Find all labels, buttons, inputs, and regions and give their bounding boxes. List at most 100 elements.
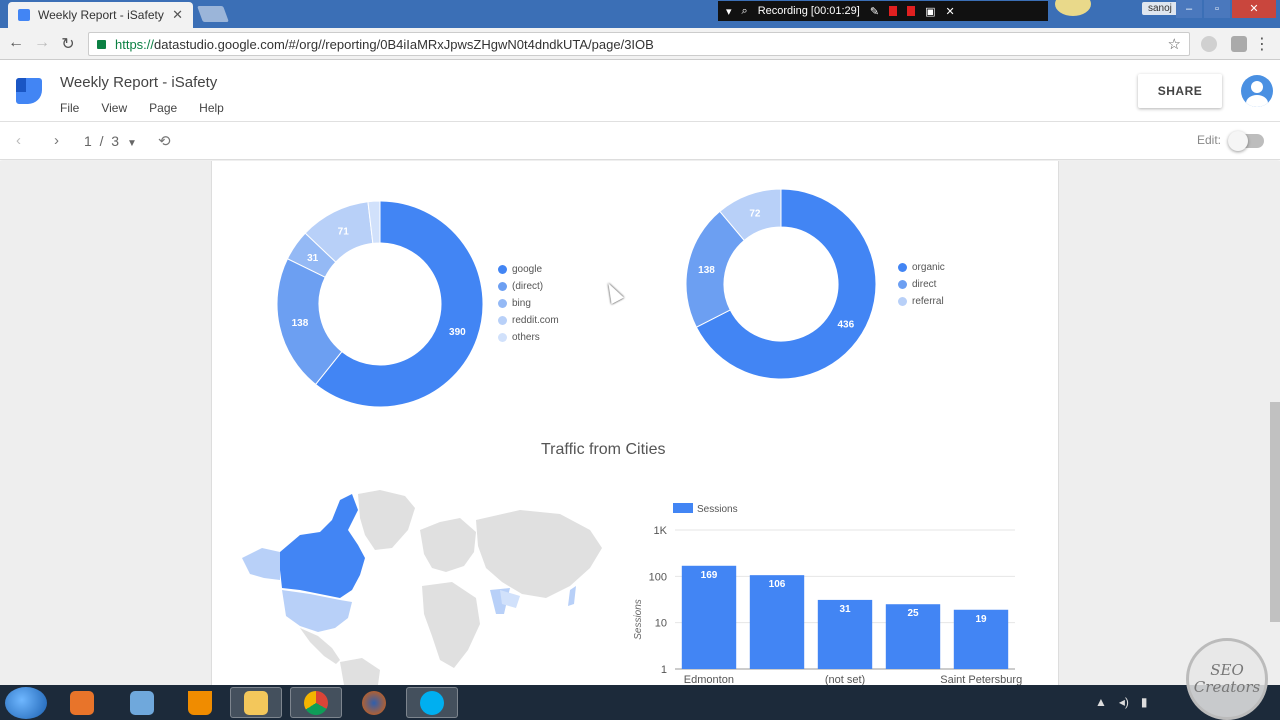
- recorder-dropdown-icon[interactable]: ▾: [726, 5, 732, 18]
- section-title: Traffic from Cities: [541, 441, 666, 458]
- total-pages: 3: [111, 133, 120, 149]
- network-icon[interactable]: ▮: [1141, 695, 1148, 709]
- map-japan: [568, 586, 576, 606]
- profile-chip[interactable]: sanoj: [1142, 2, 1178, 15]
- share-button[interactable]: SHARE: [1138, 74, 1222, 108]
- map-greenland: [358, 490, 415, 550]
- y-tick-label: 1K: [654, 525, 668, 537]
- edit-mode-toggle[interactable]: [1228, 131, 1264, 151]
- donut-value-label: 138: [698, 265, 715, 276]
- skype-icon[interactable]: [406, 687, 458, 718]
- world-geo-map[interactable]: [240, 490, 605, 685]
- legend-item[interactable]: bing: [498, 295, 559, 312]
- legend-item[interactable]: google: [498, 261, 559, 278]
- legend-item[interactable]: referral: [898, 293, 945, 310]
- donut-value-label: 72: [749, 209, 761, 220]
- legend-label: (direct): [512, 281, 544, 292]
- seo-creators-watermark: SEO Creators: [1186, 638, 1268, 720]
- report-title[interactable]: Weekly Report - iSafety: [60, 74, 217, 91]
- sessions-bar-chart[interactable]: Sessions 1 10 100 1K Sessions 169 Edmonton 106 31…: [620, 495, 1030, 685]
- window-close-button[interactable]: ✕: [1232, 0, 1276, 18]
- system-tray: ▲ ◂) ▮: [1095, 695, 1148, 709]
- map-south-america: [340, 658, 380, 685]
- legend-swatch: [898, 280, 907, 289]
- menu-page[interactable]: Page: [149, 101, 177, 115]
- chrome-icon[interactable]: [290, 687, 342, 718]
- browser-tab[interactable]: Weekly Report - iSafety ✕: [8, 2, 193, 28]
- bookmark-star-icon[interactable]: ☆: [1168, 35, 1181, 53]
- account-avatar[interactable]: [1241, 75, 1273, 107]
- history-icon[interactable]: ⟲: [158, 132, 171, 150]
- source-donut-chart[interactable]: 390 138 31 71: [277, 201, 483, 407]
- volume-icon[interactable]: ◂): [1119, 695, 1129, 709]
- bar-value-label: 169: [701, 570, 718, 581]
- recorder-close-icon[interactable]: ✕: [945, 5, 954, 18]
- lock-icon: [97, 39, 106, 49]
- bar-1[interactable]: [681, 565, 737, 669]
- watermark-line-2: Creators: [1193, 678, 1261, 696]
- menu-bar: File View Page Help: [60, 101, 224, 115]
- legend-item[interactable]: direct: [898, 276, 945, 293]
- donut-value-label: 31: [307, 253, 319, 264]
- legend-label: direct: [912, 279, 937, 290]
- url-scheme: https://: [115, 36, 155, 52]
- legend-label: google: [512, 264, 543, 275]
- browser-tab-strip: Weekly Report - iSafety ✕ ▾ ⌕ Recording …: [0, 0, 1280, 28]
- page-toolbar: ‹ › 1 / 3 ▼ ⟲ Edit:: [0, 122, 1280, 160]
- y-tick-label: 100: [649, 571, 667, 583]
- extension-cloud-icon[interactable]: [1201, 36, 1217, 52]
- medium-chart-legend: organic direct referral: [898, 259, 945, 310]
- firefox-icon[interactable]: [348, 687, 400, 718]
- forward-arrow-icon[interactable]: →: [32, 34, 52, 52]
- start-button[interactable]: [5, 687, 47, 719]
- maximize-button[interactable]: ▫: [1204, 0, 1230, 18]
- menu-help[interactable]: Help: [199, 101, 224, 115]
- map-africa: [422, 582, 480, 668]
- tab-close-icon[interactable]: ✕: [172, 7, 183, 23]
- address-bar[interactable]: https:// datastudio.google.com/#/org//re…: [88, 32, 1190, 56]
- next-page-icon[interactable]: ›: [54, 132, 59, 149]
- previous-page-icon[interactable]: ‹: [16, 132, 21, 149]
- map-europe: [420, 518, 476, 572]
- back-arrow-icon[interactable]: ←: [6, 34, 26, 52]
- pen-icon[interactable]: ✎: [870, 5, 879, 18]
- current-page: 1: [84, 133, 92, 149]
- reload-icon[interactable]: ↻: [58, 34, 78, 54]
- bar-value-label: 31: [839, 604, 851, 615]
- page-separator: /: [99, 133, 104, 149]
- camera-icon[interactable]: ▣: [925, 5, 935, 18]
- vertical-scrollbar[interactable]: [1270, 402, 1280, 622]
- browser-menu-icon[interactable]: ⋮: [1254, 34, 1270, 54]
- recorder-search-icon[interactable]: ⌕: [742, 5, 748, 18]
- watermark-line-1: SEO: [1210, 661, 1244, 679]
- source-chart-legend: google (direct) bing reddit.com others: [498, 261, 559, 346]
- stop-icon[interactable]: [907, 6, 916, 16]
- y-tick-label: 1: [661, 664, 667, 676]
- legend-item[interactable]: reddit.com: [498, 312, 559, 329]
- minimize-button[interactable]: –: [1176, 0, 1202, 18]
- donut-value-label: 436: [837, 320, 854, 331]
- legend-label: reddit.com: [512, 315, 559, 326]
- extension-g-icon[interactable]: [1231, 36, 1247, 52]
- legend-item[interactable]: others: [498, 329, 559, 346]
- file-explorer-icon[interactable]: [230, 687, 282, 718]
- new-tab-button[interactable]: [197, 6, 229, 22]
- menu-file[interactable]: File: [60, 101, 79, 115]
- legend-item[interactable]: (direct): [498, 278, 559, 295]
- page-dropdown-icon[interactable]: ▼: [127, 138, 137, 149]
- media-player-icon[interactable]: [56, 687, 108, 718]
- vlc-icon[interactable]: [174, 687, 226, 718]
- legend-label: others: [512, 332, 540, 343]
- paint-icon[interactable]: [116, 687, 168, 718]
- desktop-decoration: [1055, 0, 1091, 16]
- legend-swatch: [498, 265, 507, 274]
- menu-view[interactable]: View: [101, 101, 127, 115]
- tray-expand-icon[interactable]: ▲: [1095, 695, 1107, 709]
- legend-swatch: [498, 333, 507, 342]
- data-studio-logo-icon[interactable]: [16, 78, 42, 104]
- legend-item[interactable]: organic: [898, 259, 945, 276]
- legend-label: referral: [912, 296, 944, 307]
- page-indicator[interactable]: 1 / 3 ▼: [84, 133, 137, 149]
- medium-donut-chart[interactable]: 436 138 72: [686, 189, 876, 379]
- pause-icon[interactable]: [889, 6, 898, 16]
